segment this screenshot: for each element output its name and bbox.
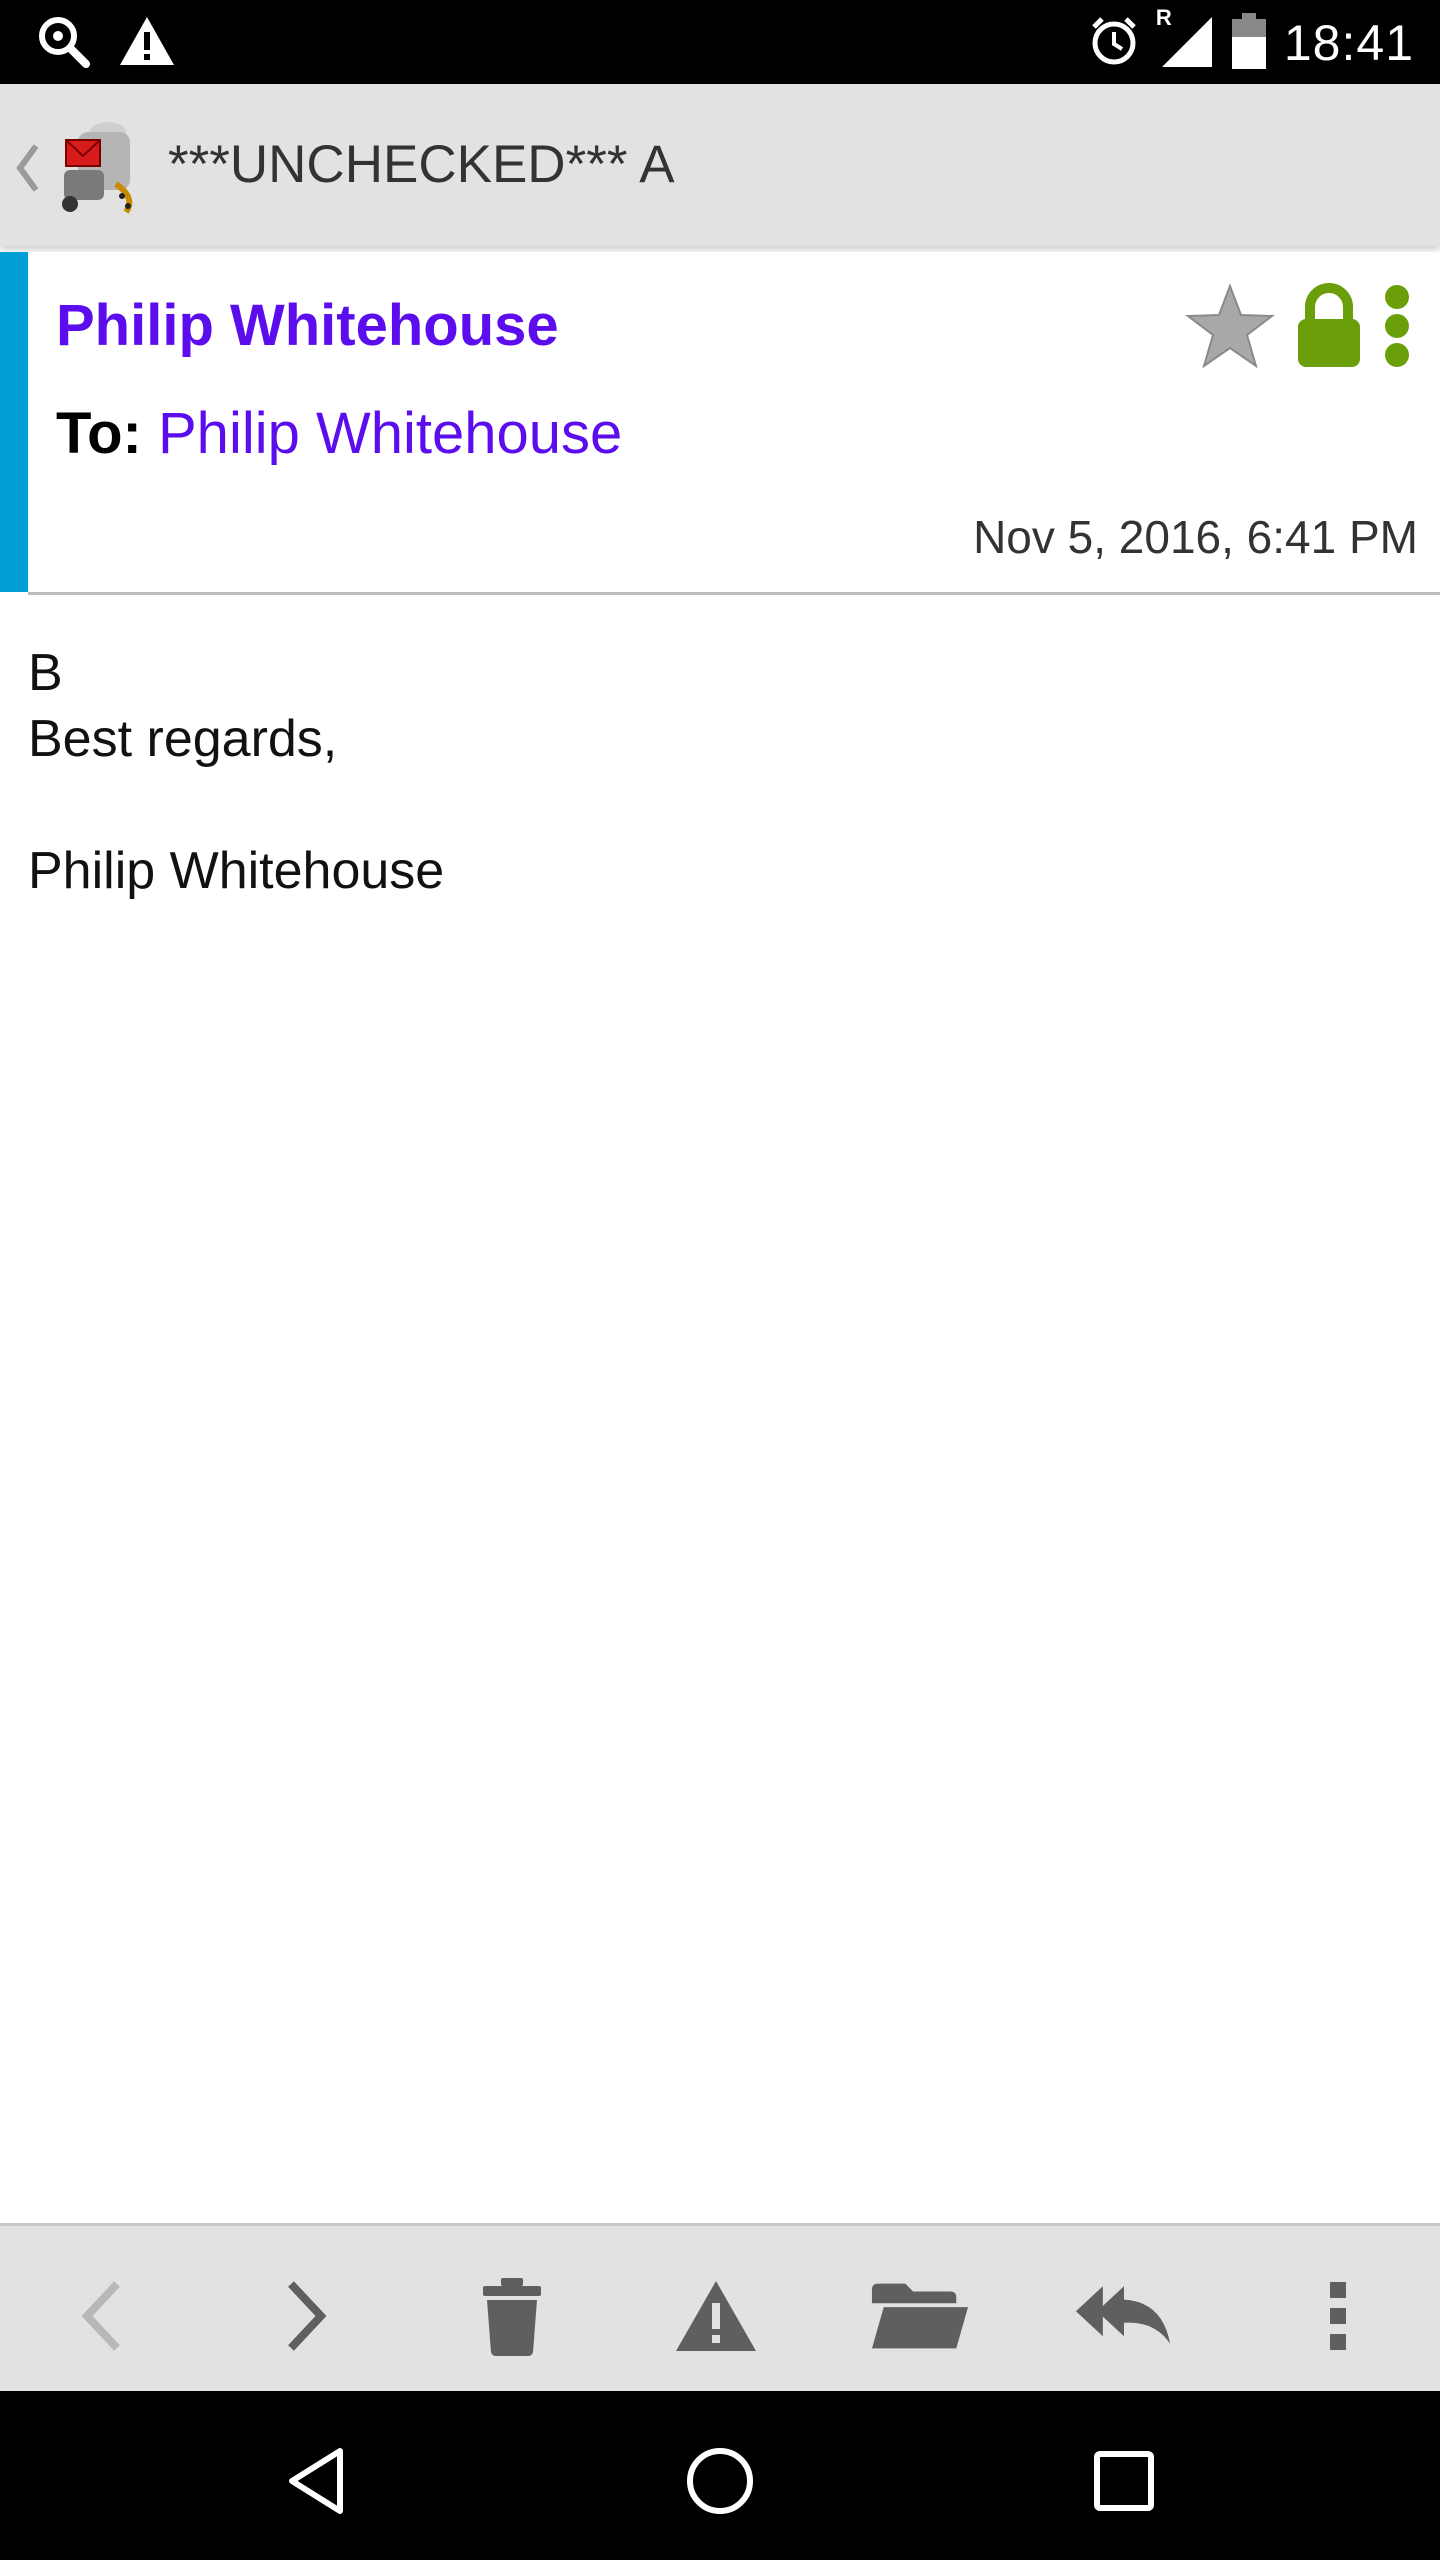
nav-recents-icon[interactable] bbox=[1074, 2431, 1174, 2531]
header-divider bbox=[28, 592, 1440, 595]
message-body: B Best regards, Philip Whitehouse bbox=[28, 640, 444, 904]
next-icon[interactable] bbox=[256, 2266, 356, 2366]
recipient-line: To: Philip Whitehouse bbox=[56, 400, 622, 467]
alarm-icon bbox=[1088, 15, 1140, 72]
status-bar: R 18:41 bbox=[0, 0, 1440, 84]
k9-mail-logo[interactable] bbox=[56, 114, 146, 214]
action-bar: ***UNCHECKED*** A bbox=[0, 84, 1440, 246]
roaming-indicator: R bbox=[1155, 4, 1172, 30]
sender-name[interactable]: Philip Whitehouse bbox=[56, 292, 559, 359]
delete-icon[interactable] bbox=[462, 2266, 562, 2366]
more-dots-icon[interactable] bbox=[1382, 283, 1412, 374]
system-nav-bar bbox=[0, 2391, 1440, 2560]
move-folder-icon[interactable] bbox=[870, 2266, 970, 2366]
previous-icon[interactable] bbox=[52, 2266, 152, 2366]
signal-icon: R bbox=[1156, 5, 1214, 74]
spam-icon[interactable] bbox=[666, 2266, 766, 2366]
to-label: To: bbox=[56, 401, 142, 466]
overflow-menu-icon[interactable] bbox=[1288, 2266, 1388, 2366]
message-header: Philip Whitehouse To: Philip Whitehouse … bbox=[0, 252, 1440, 595]
warning-icon bbox=[118, 15, 176, 72]
body-line bbox=[28, 772, 444, 838]
account-color-bar bbox=[0, 252, 28, 592]
reply-all-icon[interactable] bbox=[1074, 2266, 1174, 2366]
clock: 18:41 bbox=[1283, 15, 1414, 71]
search-key-icon bbox=[36, 14, 90, 73]
battery-icon bbox=[1231, 12, 1266, 74]
star-icon[interactable] bbox=[1184, 282, 1276, 375]
message-date: Nov 5, 2016, 6:41 PM bbox=[973, 511, 1418, 563]
back-chevron-icon[interactable] bbox=[14, 140, 42, 201]
message-subject-title: ***UNCHECKED*** A bbox=[168, 135, 675, 194]
nav-home-icon[interactable] bbox=[670, 2431, 770, 2531]
lock-icon[interactable] bbox=[1294, 283, 1364, 374]
nav-back-icon[interactable] bbox=[266, 2431, 366, 2531]
body-line: B bbox=[28, 644, 63, 702]
header-icons bbox=[1184, 282, 1412, 375]
recipient-name[interactable]: Philip Whitehouse bbox=[158, 401, 622, 466]
message-toolbar bbox=[0, 2223, 1440, 2394]
body-line: Philip Whitehouse bbox=[28, 842, 445, 900]
body-line: Best regards, bbox=[28, 710, 338, 768]
